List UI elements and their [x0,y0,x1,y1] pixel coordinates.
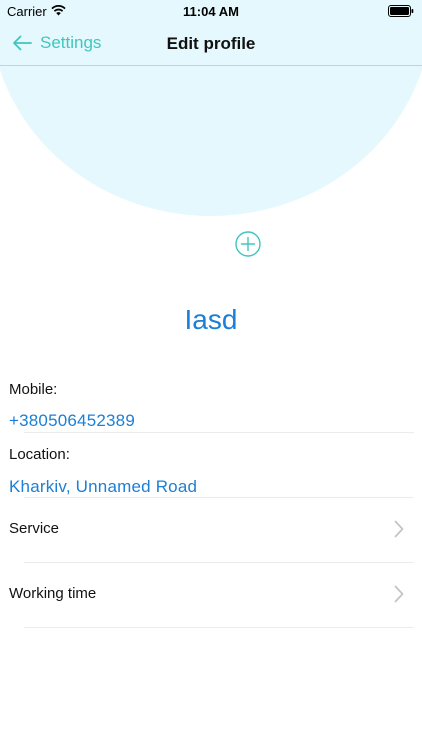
service-row[interactable]: Service [0,498,422,562]
location-label: Location: [9,446,70,463]
divider [24,432,414,433]
chevron-right-icon [394,585,404,603]
battery-icon [388,5,414,17]
navigation-bar: Settings Edit profile [0,22,422,66]
mobile-label: Mobile: [9,381,58,398]
service-label: Service [9,520,60,537]
add-photo-icon[interactable] [235,231,261,257]
mobile-value[interactable]: +380506452389 [9,411,135,431]
profile-name[interactable]: Iasd [0,304,422,336]
divider [24,627,414,628]
working-time-label: Working time [9,585,97,602]
status-bar: Carrier 11:04 AM [0,0,422,22]
chevron-right-icon [394,520,404,538]
status-time: 11:04 AM [183,4,239,19]
working-time-row[interactable]: Working time [0,563,422,627]
edit-profile-screen: Carrier 11:04 AM Settings Edit profile I… [0,0,422,750]
location-value[interactable]: Kharkiv, Unnamed Road [9,477,197,497]
page-title: Edit profile [166,34,256,53]
